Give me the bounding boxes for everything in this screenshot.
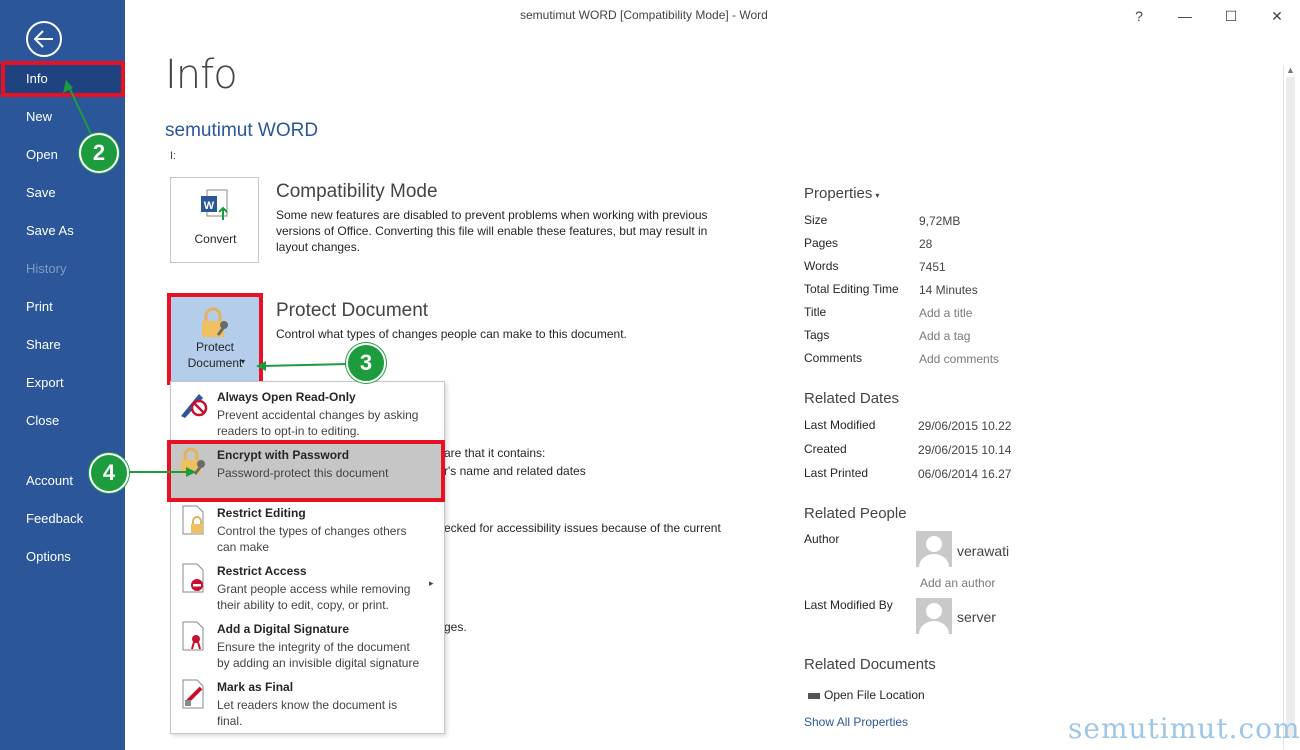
property-label: Size	[804, 213, 828, 227]
date-label: Last Modified	[804, 418, 876, 432]
title-input[interactable]: Add a title	[919, 306, 972, 320]
show-all-properties-link[interactable]: Show All Properties	[804, 715, 908, 729]
step-marker-4: 4	[89, 453, 129, 493]
property-label: Words	[804, 259, 839, 273]
property-value: 7451	[919, 260, 946, 274]
related-people-heading: Related People	[804, 505, 907, 522]
date-label: Last Printed	[804, 466, 869, 480]
date-label: Created	[804, 442, 847, 456]
property-label: Tags	[804, 328, 830, 342]
drive-icon	[808, 692, 820, 699]
property-label: Title	[804, 305, 827, 319]
person-icon	[919, 603, 949, 634]
tags-input[interactable]: Add a tag	[919, 329, 970, 343]
date-value: 29/06/2015 10.14	[918, 443, 1012, 457]
scroll-up-icon[interactable]: ▲	[1286, 65, 1295, 75]
related-documents-heading: Related Documents	[804, 656, 936, 673]
author-label: Author	[804, 532, 840, 546]
properties-heading[interactable]: Properties ▾	[804, 185, 879, 202]
avatar	[916, 531, 952, 567]
step-marker-3: 3	[346, 343, 386, 383]
step-marker-2: 2	[79, 133, 119, 173]
vertical-scrollbar[interactable]: ▲	[1283, 65, 1297, 750]
related-dates-heading: Related Dates	[804, 390, 900, 407]
scrollbar-thumb[interactable]	[1286, 77, 1295, 737]
date-value: 29/06/2015 10.22	[918, 419, 1012, 433]
last-modified-by-label: Last Modified By	[804, 598, 893, 612]
property-value: 9,72MB	[919, 214, 961, 228]
annotation-arrows	[63, 80, 349, 477]
author-name[interactable]: verawati	[957, 543, 1009, 559]
avatar	[916, 598, 952, 634]
date-value: 06/06/2014 16.27	[918, 467, 1012, 481]
property-label: Comments	[804, 351, 863, 365]
add-author-input[interactable]: Add an author	[920, 576, 995, 590]
property-label: Pages	[804, 236, 839, 250]
last-modified-by-name[interactable]: server	[957, 609, 996, 625]
chevron-down-icon: ▾	[875, 191, 880, 200]
person-icon	[919, 536, 949, 567]
property-value: 28	[919, 237, 933, 251]
property-value: 14 Minutes	[919, 283, 978, 297]
comments-input[interactable]: Add comments	[919, 352, 999, 366]
watermark: semutimut.com	[1068, 712, 1300, 745]
property-label: Total Editing Time	[804, 282, 899, 296]
open-file-location-link[interactable]: Open File Location	[808, 688, 925, 702]
